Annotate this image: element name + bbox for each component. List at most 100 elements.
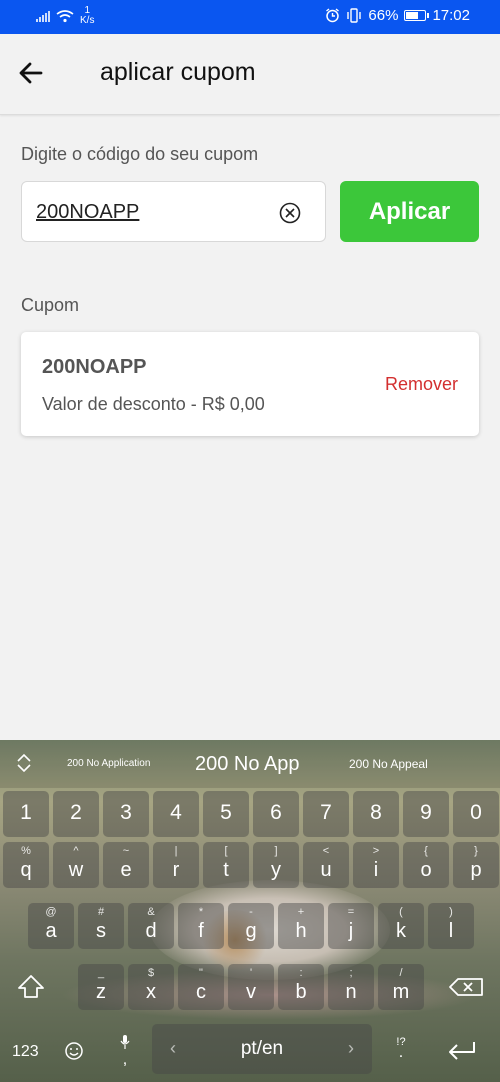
keyboard-key[interactable]: ^ w xyxy=(53,842,99,888)
keyboard-key[interactable]: + h xyxy=(278,903,324,949)
keyboard-key[interactable]: (k xyxy=(378,903,424,949)
keyboard-key[interactable]: 0 xyxy=(453,791,499,837)
key-secondary-label: | xyxy=(174,845,178,857)
suggestion-right[interactable]: 200 No Appeal xyxy=(349,757,428,771)
space-language-label: pt/en xyxy=(240,1038,284,1059)
keyboard-key[interactable]: * f xyxy=(178,903,224,949)
key-label: n xyxy=(345,981,357,1003)
key-secondary-label: { xyxy=(424,845,428,857)
microphone-icon xyxy=(120,1035,130,1049)
keyboard-key[interactable]: " c xyxy=(178,964,224,1010)
emoji-icon[interactable] xyxy=(64,1041,84,1061)
keyboard-key[interactable]: 9 xyxy=(403,791,449,837)
keyboard-key[interactable]: ; n xyxy=(328,964,374,1010)
key-secondary-label: : xyxy=(299,967,303,979)
keyboard-key[interactable]: } p xyxy=(453,842,499,888)
suggestion-left[interactable]: 200 No Application xyxy=(67,758,150,769)
keyboard-key[interactable]: | r xyxy=(153,842,199,888)
key-secondary-label: & xyxy=(147,906,155,918)
keyboard-key[interactable]: ' v xyxy=(228,964,274,1010)
key-label: e xyxy=(120,859,132,881)
expand-collapse-icon[interactable] xyxy=(14,752,34,774)
key-secondary-label: ^ xyxy=(73,845,79,857)
mode-switch-key[interactable]: 123 xyxy=(12,1043,39,1061)
keyboard-key[interactable]: ~ e xyxy=(103,842,149,888)
key-secondary-label: / xyxy=(399,967,403,979)
coupon-code-value[interactable]: 200NOAPP xyxy=(36,201,139,224)
keyboard-key[interactable]: {o xyxy=(403,842,449,888)
key-label: a xyxy=(45,920,57,942)
key-secondary-label: [ xyxy=(224,845,228,857)
key-label: 0 xyxy=(470,801,482,824)
keyboard-key[interactable]: 1 xyxy=(3,791,49,837)
space-bar[interactable]: ‹ pt/en › xyxy=(152,1024,372,1074)
punctuation-key[interactable]: !? . xyxy=(394,1036,408,1061)
key-label: d xyxy=(145,920,157,942)
key-label: k xyxy=(396,920,406,942)
keyboard-key[interactable]: ] y xyxy=(253,842,299,888)
key-secondary-label: } xyxy=(474,845,478,857)
keyboard-key[interactable]: 2 xyxy=(53,791,99,837)
key-label: 6 xyxy=(270,801,282,824)
key-label: 1 xyxy=(20,801,32,824)
keyboard-key[interactable]: < u xyxy=(303,842,349,888)
keyboard-key[interactable]: @ a xyxy=(28,903,74,949)
key-secondary-label: + xyxy=(297,906,305,918)
suggestion-center[interactable]: 200 No App xyxy=(195,753,300,776)
back-arrow-icon[interactable] xyxy=(16,58,46,88)
keyboard-key[interactable]: $ x xyxy=(128,964,174,1010)
keyboard-key[interactable]: / m xyxy=(378,964,424,1010)
clock: 17:02 xyxy=(432,7,470,24)
key-label: m xyxy=(392,981,410,1003)
key-secondary-label: ) xyxy=(449,906,453,918)
net-speed: 1 K/s xyxy=(80,6,94,26)
alarm-icon xyxy=(326,8,340,23)
keyboard-key[interactable]: 6 xyxy=(253,791,299,837)
key-label: o xyxy=(420,859,432,881)
battery-icon xyxy=(404,10,430,21)
key-secondary-label: ; xyxy=(349,967,353,979)
status-right: 66% 17:02 xyxy=(325,7,470,24)
keyboard-key[interactable]: = j xyxy=(328,903,374,949)
keyboard-key[interactable]: # s xyxy=(78,903,124,949)
keyboard-key[interactable]: [t xyxy=(203,842,249,888)
apply-button[interactable]: Aplicar xyxy=(340,181,479,242)
keyboard-key[interactable]: 3 xyxy=(103,791,149,837)
clear-input-icon[interactable] xyxy=(279,202,301,224)
key-label: t xyxy=(223,859,229,881)
keyboard-key[interactable]: _ z xyxy=(78,964,124,1010)
key-label: q xyxy=(20,859,32,881)
keyboard-key[interactable]: :b xyxy=(278,964,324,1010)
remove-coupon-button[interactable]: Remover xyxy=(385,374,458,395)
shift-key[interactable] xyxy=(8,964,54,1010)
keyboard-key[interactable]: 4 xyxy=(153,791,199,837)
keyboard-key[interactable]: 8 xyxy=(353,791,399,837)
keyboard-key[interactable]: 5 xyxy=(203,791,249,837)
comma-label: , xyxy=(122,1051,128,1068)
key-label: b xyxy=(295,981,307,1003)
coupon-code-input[interactable]: 200NOAPP xyxy=(21,181,326,242)
keyboard-key[interactable]: 7 xyxy=(303,791,349,837)
comma-key[interactable]: , xyxy=(118,1034,132,1068)
shift-icon xyxy=(18,975,44,998)
key-label: w xyxy=(68,859,84,881)
keyboard-key[interactable]: -g xyxy=(228,903,274,949)
key-label: u xyxy=(320,859,332,881)
battery-percent: 66% xyxy=(368,7,399,24)
key-label: 7 xyxy=(320,801,332,824)
app-bar: aplicar cupom xyxy=(0,34,500,115)
backspace-key[interactable] xyxy=(444,964,490,1010)
key-label: v xyxy=(246,981,256,1003)
key-label: g xyxy=(245,920,257,942)
key-label: s xyxy=(96,920,106,942)
key-secondary-label: = xyxy=(347,906,355,918)
key-secondary-label: ( xyxy=(399,906,403,918)
enter-key-icon[interactable] xyxy=(446,1040,478,1062)
suggestion-bar: 200 No Application 200 No App 200 No App… xyxy=(0,740,500,788)
keyboard-key[interactable]: & d xyxy=(128,903,174,949)
key-label: l xyxy=(448,920,454,942)
applied-coupon-card: 200NOAPP Valor de desconto - R$ 0,00 Rem… xyxy=(21,332,479,436)
keyboard-key[interactable]: ) l xyxy=(428,903,474,949)
keyboard-key[interactable]: > i xyxy=(353,842,399,888)
keyboard-key[interactable]: % q xyxy=(3,842,49,888)
